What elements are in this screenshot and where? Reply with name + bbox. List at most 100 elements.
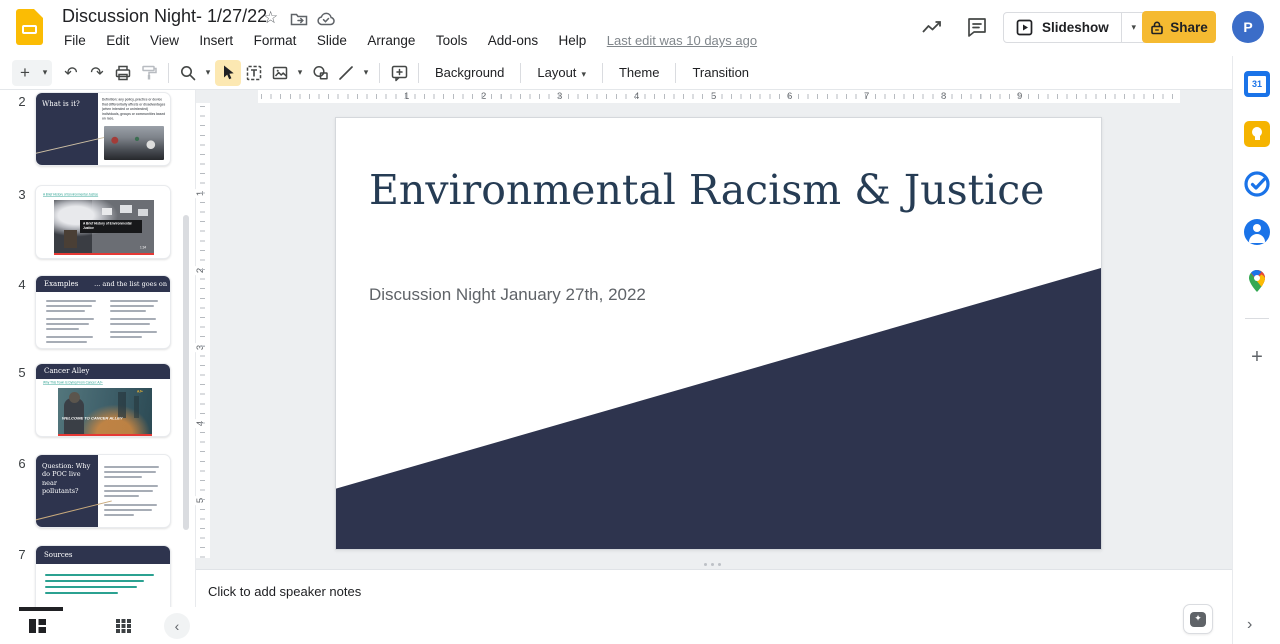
zoom-icon[interactable] xyxy=(175,60,201,86)
thumb6-body-placeholder xyxy=(104,463,164,519)
comment-history-icon[interactable] xyxy=(965,15,989,39)
menu-tools[interactable]: Tools xyxy=(428,31,476,50)
slide-number: 2 xyxy=(14,94,30,109)
speaker-notes-panel: Click to add speaker notes ✦ xyxy=(196,569,1232,644)
menu-help[interactable]: Help xyxy=(551,31,595,50)
slide-number: 5 xyxy=(14,365,30,380)
notes-resize-handle[interactable] xyxy=(704,563,721,566)
toolbar: + ▾ ↶ ↷ ▾ ▾ ▾ xyxy=(0,56,1280,90)
get-addons-plus-icon[interactable]: + xyxy=(1244,344,1270,370)
menu-view[interactable]: View xyxy=(142,31,187,50)
slide-thumbnail-6[interactable]: Question: Why do POC live near pollutant… xyxy=(35,454,171,528)
background-button[interactable]: Background xyxy=(425,60,514,85)
contacts-icon[interactable] xyxy=(1244,219,1270,245)
filmstrip-scrollbar[interactable] xyxy=(183,215,189,530)
share-button[interactable]: Share xyxy=(1142,11,1216,43)
hruler-number: 1 xyxy=(402,90,411,103)
toolbar-separator xyxy=(520,63,521,83)
paint-format-icon[interactable] xyxy=(136,60,162,86)
current-slide[interactable]: Environmental Racism & Justice Discussio… xyxy=(335,117,1102,550)
select-tool-icon[interactable] xyxy=(215,60,241,86)
zoom-caret-icon[interactable]: ▾ xyxy=(201,60,215,86)
horizontal-ruler: 1 2 3 4 5 6 7 8 9 xyxy=(258,90,1180,103)
slide-filmstrip-panel: 2 What is it? Definition: any policy, pr… xyxy=(0,90,196,607)
layout-button[interactable]: Layout▾ xyxy=(527,60,596,85)
undo-icon[interactable]: ↶ xyxy=(58,60,84,86)
new-slide-button[interactable]: + ▾ xyxy=(12,60,52,86)
calendar-icon[interactable]: 31 xyxy=(1244,71,1270,97)
slide-number: 6 xyxy=(14,456,30,471)
maps-icon[interactable] xyxy=(1244,268,1270,294)
menu-slide[interactable]: Slide xyxy=(309,31,355,50)
vruler-number: 2 xyxy=(194,266,207,275)
redo-icon[interactable]: ↷ xyxy=(84,60,110,86)
new-slide-caret-icon[interactable]: ▾ xyxy=(38,60,52,86)
menu-file[interactable]: File xyxy=(56,31,94,50)
hruler-number: 4 xyxy=(632,90,641,103)
document-status-cloud-icon[interactable] xyxy=(316,11,336,27)
hruler-number: 7 xyxy=(862,90,871,103)
menu-format[interactable]: Format xyxy=(246,31,305,50)
transition-button[interactable]: Transition xyxy=(682,60,759,85)
slide-subtitle-textbox[interactable]: Discussion Night January 27th, 2022 xyxy=(369,285,646,305)
menu-insert[interactable]: Insert xyxy=(191,31,241,50)
document-title[interactable]: Discussion Night- 1/27/22 xyxy=(62,6,267,27)
account-avatar[interactable]: P xyxy=(1232,11,1264,43)
menu-addons[interactable]: Add-ons xyxy=(480,31,546,50)
line-caret-icon[interactable]: ▾ xyxy=(359,60,373,86)
slideshow-button[interactable]: Slideshow ▾ xyxy=(1003,12,1147,43)
thumb6-title: Question: Why do POC live near pollutant… xyxy=(42,462,94,496)
google-side-panel: 31 xyxy=(1232,56,1280,644)
slide-thumbnail-2[interactable]: What is it? Definition: any policy, prac… xyxy=(35,92,171,166)
theme-button[interactable]: Theme xyxy=(609,60,669,85)
vertical-ruler: 1 2 3 4 5 xyxy=(196,103,210,558)
keep-icon[interactable] xyxy=(1244,121,1270,147)
last-edit-link[interactable]: Last edit was 10 days ago xyxy=(607,33,757,48)
speaker-notes-input[interactable]: Click to add speaker notes xyxy=(208,584,361,599)
line-tool-icon[interactable] xyxy=(333,60,359,86)
hide-side-panel-chevron-icon[interactable]: › xyxy=(1247,616,1252,634)
thumb5-logo-text: AJ+ xyxy=(137,390,150,395)
thumb3-sign xyxy=(120,205,132,213)
filmstrip-view-icon[interactable] xyxy=(29,619,46,633)
menu-arrange[interactable]: Arrange xyxy=(359,31,423,50)
slides-logo-frame xyxy=(22,25,37,34)
slide-title-textbox[interactable]: Environmental Racism & Justice xyxy=(369,166,1069,214)
print-icon[interactable] xyxy=(110,60,136,86)
hruler-number: 2 xyxy=(479,90,488,103)
slide-thumbnail-5[interactable]: Cancer Alley Why This Town Is Dying From… xyxy=(35,363,171,437)
text-box-icon[interactable] xyxy=(241,60,267,86)
side-panel-divider xyxy=(1245,318,1269,319)
insert-image-icon[interactable] xyxy=(267,60,293,86)
menu-edit[interactable]: Edit xyxy=(98,31,137,50)
thumb4-right-column-placeholder xyxy=(110,297,165,341)
toolbar-separator xyxy=(379,63,380,83)
thumb4-left-column-placeholder xyxy=(46,297,101,346)
explore-button[interactable]: ✦ xyxy=(1183,604,1213,634)
thumb5-title: Cancer Alley xyxy=(44,367,89,375)
grid-view-icon[interactable] xyxy=(116,619,131,633)
tasks-icon[interactable] xyxy=(1244,171,1270,197)
slide-thumbnail-4[interactable]: Examples ... and the list goes on xyxy=(35,275,171,349)
view-switcher-bar: ‹ xyxy=(0,607,196,644)
slides-logo-icon[interactable] xyxy=(16,9,43,45)
move-to-folder-icon[interactable] xyxy=(290,11,308,27)
slide-thumbnail-3[interactable]: A Brief History of Environmental Justice… xyxy=(35,185,171,259)
share-label: Share xyxy=(1170,20,1208,35)
thumb2-title: What is it? xyxy=(42,100,80,108)
thumb5-man-head xyxy=(69,392,80,403)
star-icon[interactable]: ☆ xyxy=(263,8,278,28)
activity-trend-icon[interactable] xyxy=(920,16,944,38)
hruler-number: 5 xyxy=(709,90,718,103)
image-caret-icon[interactable]: ▾ xyxy=(293,60,307,86)
thumb2-definition: Definition: any policy, practice or devi… xyxy=(102,98,165,120)
lock-icon xyxy=(1150,20,1164,35)
shape-tool-icon[interactable] xyxy=(307,60,333,86)
insert-comment-icon[interactable] xyxy=(386,60,412,86)
slide-thumbnail-7[interactable]: Sources xyxy=(35,545,171,607)
thumb4-left-header: Examples xyxy=(44,280,78,288)
slideshow-label: Slideshow xyxy=(1033,20,1121,35)
vruler-number: 3 xyxy=(194,343,207,352)
collapse-filmstrip-chevron-icon[interactable]: ‹ xyxy=(164,613,190,639)
thumb3-sign xyxy=(102,208,112,215)
